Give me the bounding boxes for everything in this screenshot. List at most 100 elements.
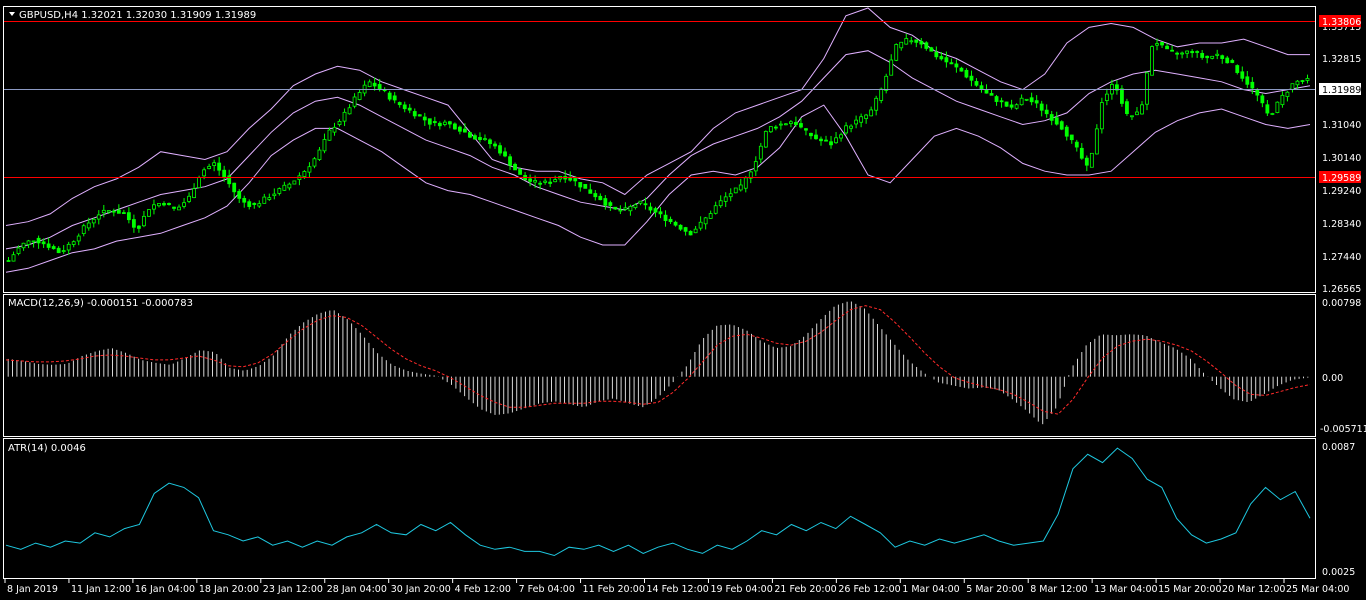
candle (678, 224, 683, 231)
time-label: 23 Jan 12:00 (263, 584, 323, 595)
candle (478, 132, 482, 143)
triangle-down-icon[interactable] (9, 12, 15, 16)
candle (167, 202, 171, 206)
candle (1120, 85, 1124, 107)
time-label: 8 Mar 12:00 (1030, 584, 1087, 595)
main-panel-header: GBPUSD,H4 1.32021 1.32030 1.31909 1.3198… (19, 10, 256, 21)
candle (703, 216, 708, 230)
candle (834, 132, 838, 144)
candle (914, 39, 919, 48)
candle (101, 204, 106, 218)
candle (367, 79, 372, 88)
candle (593, 190, 598, 201)
candle (583, 184, 588, 189)
candle (1290, 83, 1295, 93)
price-label: 1.26565 (1322, 284, 1361, 295)
candle (147, 209, 151, 217)
candle (548, 177, 553, 188)
candle (638, 200, 643, 206)
price-axis: 1.33715 1.33806 1.32815 1.31989 1.31040 … (1319, 15, 1361, 295)
candle (397, 101, 402, 108)
candle (568, 171, 573, 182)
price-label: 1.27440 (1322, 252, 1361, 263)
candle (1170, 45, 1174, 52)
candle (698, 216, 703, 231)
candle (1150, 45, 1154, 76)
candle (613, 206, 618, 210)
band-lower-line (5, 104, 1311, 273)
candle (723, 192, 728, 208)
candle (6, 257, 11, 262)
candle (357, 88, 362, 101)
time-label: 18 Jan 20:00 (199, 584, 259, 595)
candle (904, 33, 909, 45)
atr-panel-header: ATR(14) 0.0046 (8, 443, 86, 454)
candle (217, 157, 222, 176)
candle (854, 115, 859, 129)
candle (804, 128, 808, 136)
candle (262, 193, 267, 204)
candle (61, 245, 66, 254)
candle (11, 251, 16, 262)
candle (1185, 50, 1190, 59)
candle (954, 59, 959, 73)
candle (728, 188, 733, 202)
time-label: 7 Feb 04:00 (519, 584, 575, 595)
candle (708, 210, 713, 219)
candle (1305, 74, 1310, 84)
price-label: 1.31040 (1322, 120, 1361, 131)
candle (327, 127, 332, 141)
time-axis: 8 Jan 2019 11 Jan 12:00 16 Jan 04:00 18 Jan… (4, 579, 1349, 595)
candle (864, 113, 869, 124)
candle (1104, 88, 1109, 106)
candle (1029, 92, 1034, 106)
candle (944, 51, 949, 68)
candle (668, 216, 673, 224)
candle (1260, 93, 1265, 108)
macd-axis-label: 0.00798 (1322, 298, 1361, 309)
candle (1049, 110, 1054, 126)
time-label: 16 Jan 04:00 (135, 584, 195, 595)
candle (1275, 101, 1280, 114)
time-label: 11 Jan 12:00 (71, 584, 131, 595)
candle (588, 183, 593, 194)
candle (1094, 124, 1099, 155)
candle (1089, 152, 1094, 168)
main-panel-frame (3, 6, 1316, 293)
candle (809, 132, 813, 140)
macd-axis-label: -0.005711 (1320, 424, 1366, 435)
candle (829, 135, 833, 149)
candle (252, 202, 257, 209)
candle (177, 204, 181, 211)
time-label: 26 Feb 12:00 (838, 584, 900, 595)
candle (1265, 99, 1270, 117)
candle (1069, 134, 1074, 144)
candle (1270, 112, 1275, 116)
candle (889, 54, 894, 76)
price-panel[interactable] (4, 7, 1315, 273)
candle (297, 172, 302, 186)
candle (553, 175, 558, 183)
candle (949, 58, 954, 65)
atr-line (5, 447, 1311, 557)
candle (563, 170, 568, 183)
candle (322, 133, 327, 154)
macd-panel-header: MACD(12,26,9) -0.000151 -0.000783 (8, 298, 193, 309)
candle (1059, 120, 1064, 131)
candle (483, 134, 487, 141)
chart-window[interactable]: GBPUSD,H4 1.32021 1.32030 1.31909 1.3198… (0, 0, 1366, 600)
candle (1195, 50, 1200, 58)
candle (984, 84, 989, 94)
candle (763, 130, 768, 148)
candle (1024, 98, 1029, 102)
candle (1039, 100, 1044, 117)
candle (718, 195, 723, 208)
candle (814, 129, 818, 140)
time-label: 21 Feb 20:00 (774, 584, 836, 595)
candle (844, 122, 848, 135)
candle (71, 240, 76, 248)
time-label: 20 Mar 12:00 (1222, 584, 1285, 595)
candle (362, 80, 367, 97)
candle (352, 93, 357, 109)
candle (91, 217, 96, 228)
